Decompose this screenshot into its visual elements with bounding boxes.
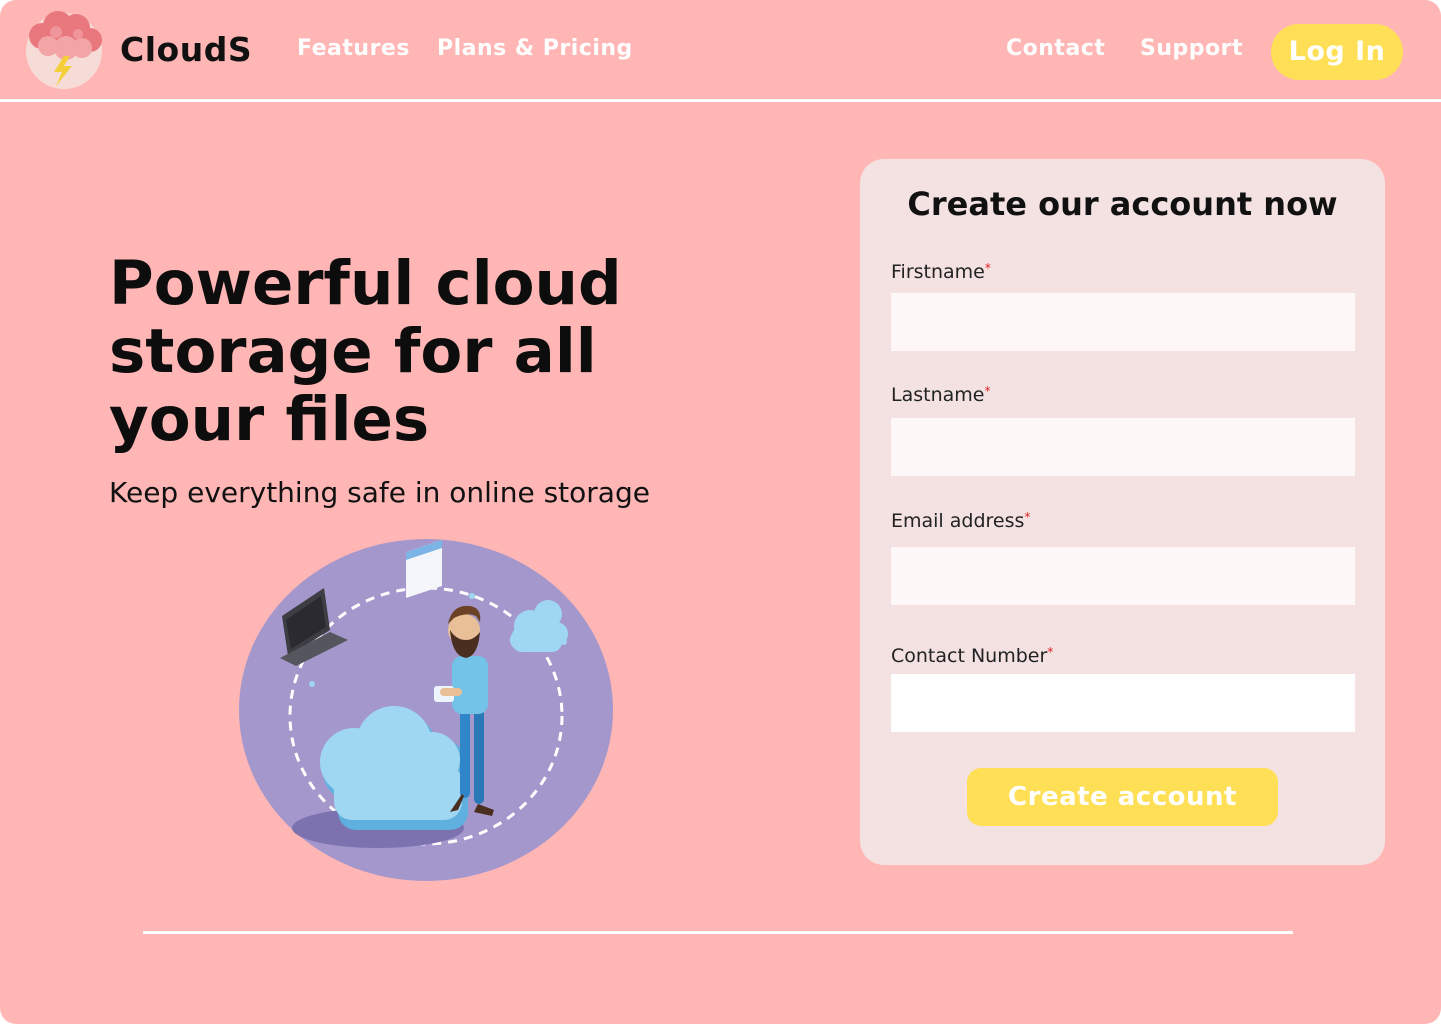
footer-divider	[143, 931, 1293, 934]
hero-title-line-3: your files	[109, 384, 430, 455]
contact-number-label: Contact Number*	[891, 645, 1053, 667]
hero-subtitle: Keep everything safe in online storage	[109, 476, 650, 509]
hero-title-line-1: Powerful cloud	[109, 248, 622, 319]
header-divider	[0, 99, 1441, 102]
nav-contact[interactable]: Contact	[1006, 36, 1105, 61]
lastname-label: Lastname*	[891, 384, 990, 406]
signup-card-title: Create our account now	[907, 185, 1338, 223]
firstname-label: Firstname*	[891, 261, 991, 283]
email-input[interactable]	[891, 547, 1355, 605]
nav-plans-pricing[interactable]: Plans & Pricing	[437, 36, 633, 61]
firstname-label-text: Firstname	[891, 261, 985, 283]
required-mark: *	[1047, 645, 1054, 659]
email-label: Email address*	[891, 510, 1030, 532]
required-mark: *	[984, 261, 991, 275]
nav-features[interactable]: Features	[297, 36, 410, 61]
required-mark: *	[1024, 510, 1031, 524]
firstname-input[interactable]	[891, 293, 1355, 351]
signup-card: Create our account now Firstname* Lastna…	[860, 159, 1385, 865]
cloud-logo-icon[interactable]	[20, 8, 108, 90]
lastname-input[interactable]	[891, 418, 1355, 476]
hero-title: Powerful cloud storage for all your file…	[109, 250, 729, 454]
brand-name[interactable]: CloudS	[120, 30, 252, 69]
lastname-label-text: Lastname	[891, 384, 985, 406]
landing-page: CloudS Features Plans & Pricing Contact …	[0, 0, 1441, 1024]
nav-support[interactable]: Support	[1140, 36, 1243, 61]
create-account-button[interactable]: Create account	[967, 768, 1278, 826]
email-label-text: Email address	[891, 510, 1025, 532]
hero-title-line-2: storage for all	[109, 316, 597, 387]
contact-number-label-text: Contact Number	[891, 645, 1048, 667]
cloud-storage-illustration	[239, 539, 613, 881]
required-mark: *	[984, 384, 991, 398]
contact-number-input[interactable]	[891, 674, 1355, 732]
login-button[interactable]: Log In	[1271, 24, 1403, 80]
